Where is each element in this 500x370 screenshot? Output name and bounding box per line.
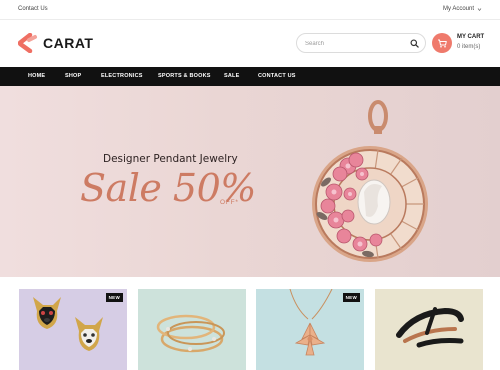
hero-subtitle: Designer Pendant Jewelry [103, 153, 238, 165]
logo-icon[interactable] [18, 33, 38, 53]
pendant-image [312, 100, 428, 262]
nav-item-contact-us[interactable]: CONTACT US [258, 73, 296, 79]
cart-title[interactable]: MY CART [457, 34, 484, 40]
product-card[interactable]: NEW [256, 289, 364, 370]
new-badge: NEW [342, 293, 360, 302]
contact-us-link[interactable]: Contact Us [18, 6, 48, 12]
hero-banner[interactable]: Designer Pendant Jewelry Sale 50% OFF* [0, 86, 500, 277]
cart-item-count[interactable]: 0 item(s) [457, 44, 480, 50]
logo-text[interactable]: CARAT [43, 35, 93, 51]
nav-item-electronics[interactable]: ELECTRONICS [101, 73, 143, 79]
product-image-gold-bangles [138, 289, 246, 370]
my-account-link[interactable]: My Account [443, 6, 474, 12]
product-grid: NEW NEW [0, 277, 500, 370]
nav-item-home[interactable]: HOME [28, 73, 45, 79]
top-bar: Contact Us My Account [0, 0, 500, 20]
product-card[interactable]: NEW [19, 289, 127, 370]
cart-icon [438, 39, 447, 48]
nav-item-shop[interactable]: SHOP [65, 73, 81, 79]
nav-item-sports-books[interactable]: SPORTS & BOOKS [158, 73, 211, 79]
hero-off-text: OFF* [220, 199, 239, 206]
cart-button[interactable] [432, 33, 452, 53]
nav-item-sale[interactable]: SALE [224, 73, 239, 79]
new-badge: NEW [105, 293, 123, 302]
product-card[interactable] [138, 289, 246, 370]
product-image-black-gold-ring [375, 289, 483, 370]
main-nav: HOME SHOP ELECTRONICS SPORTS & BOOKS SAL… [0, 67, 500, 86]
site-header: CARAT MY CART 0 item(s) [0, 20, 500, 67]
product-card[interactable] [375, 289, 483, 370]
search-icon[interactable] [410, 39, 419, 48]
search-box[interactable] [296, 33, 426, 53]
chevron-down-icon[interactable] [477, 7, 482, 12]
search-input[interactable] [305, 38, 405, 49]
